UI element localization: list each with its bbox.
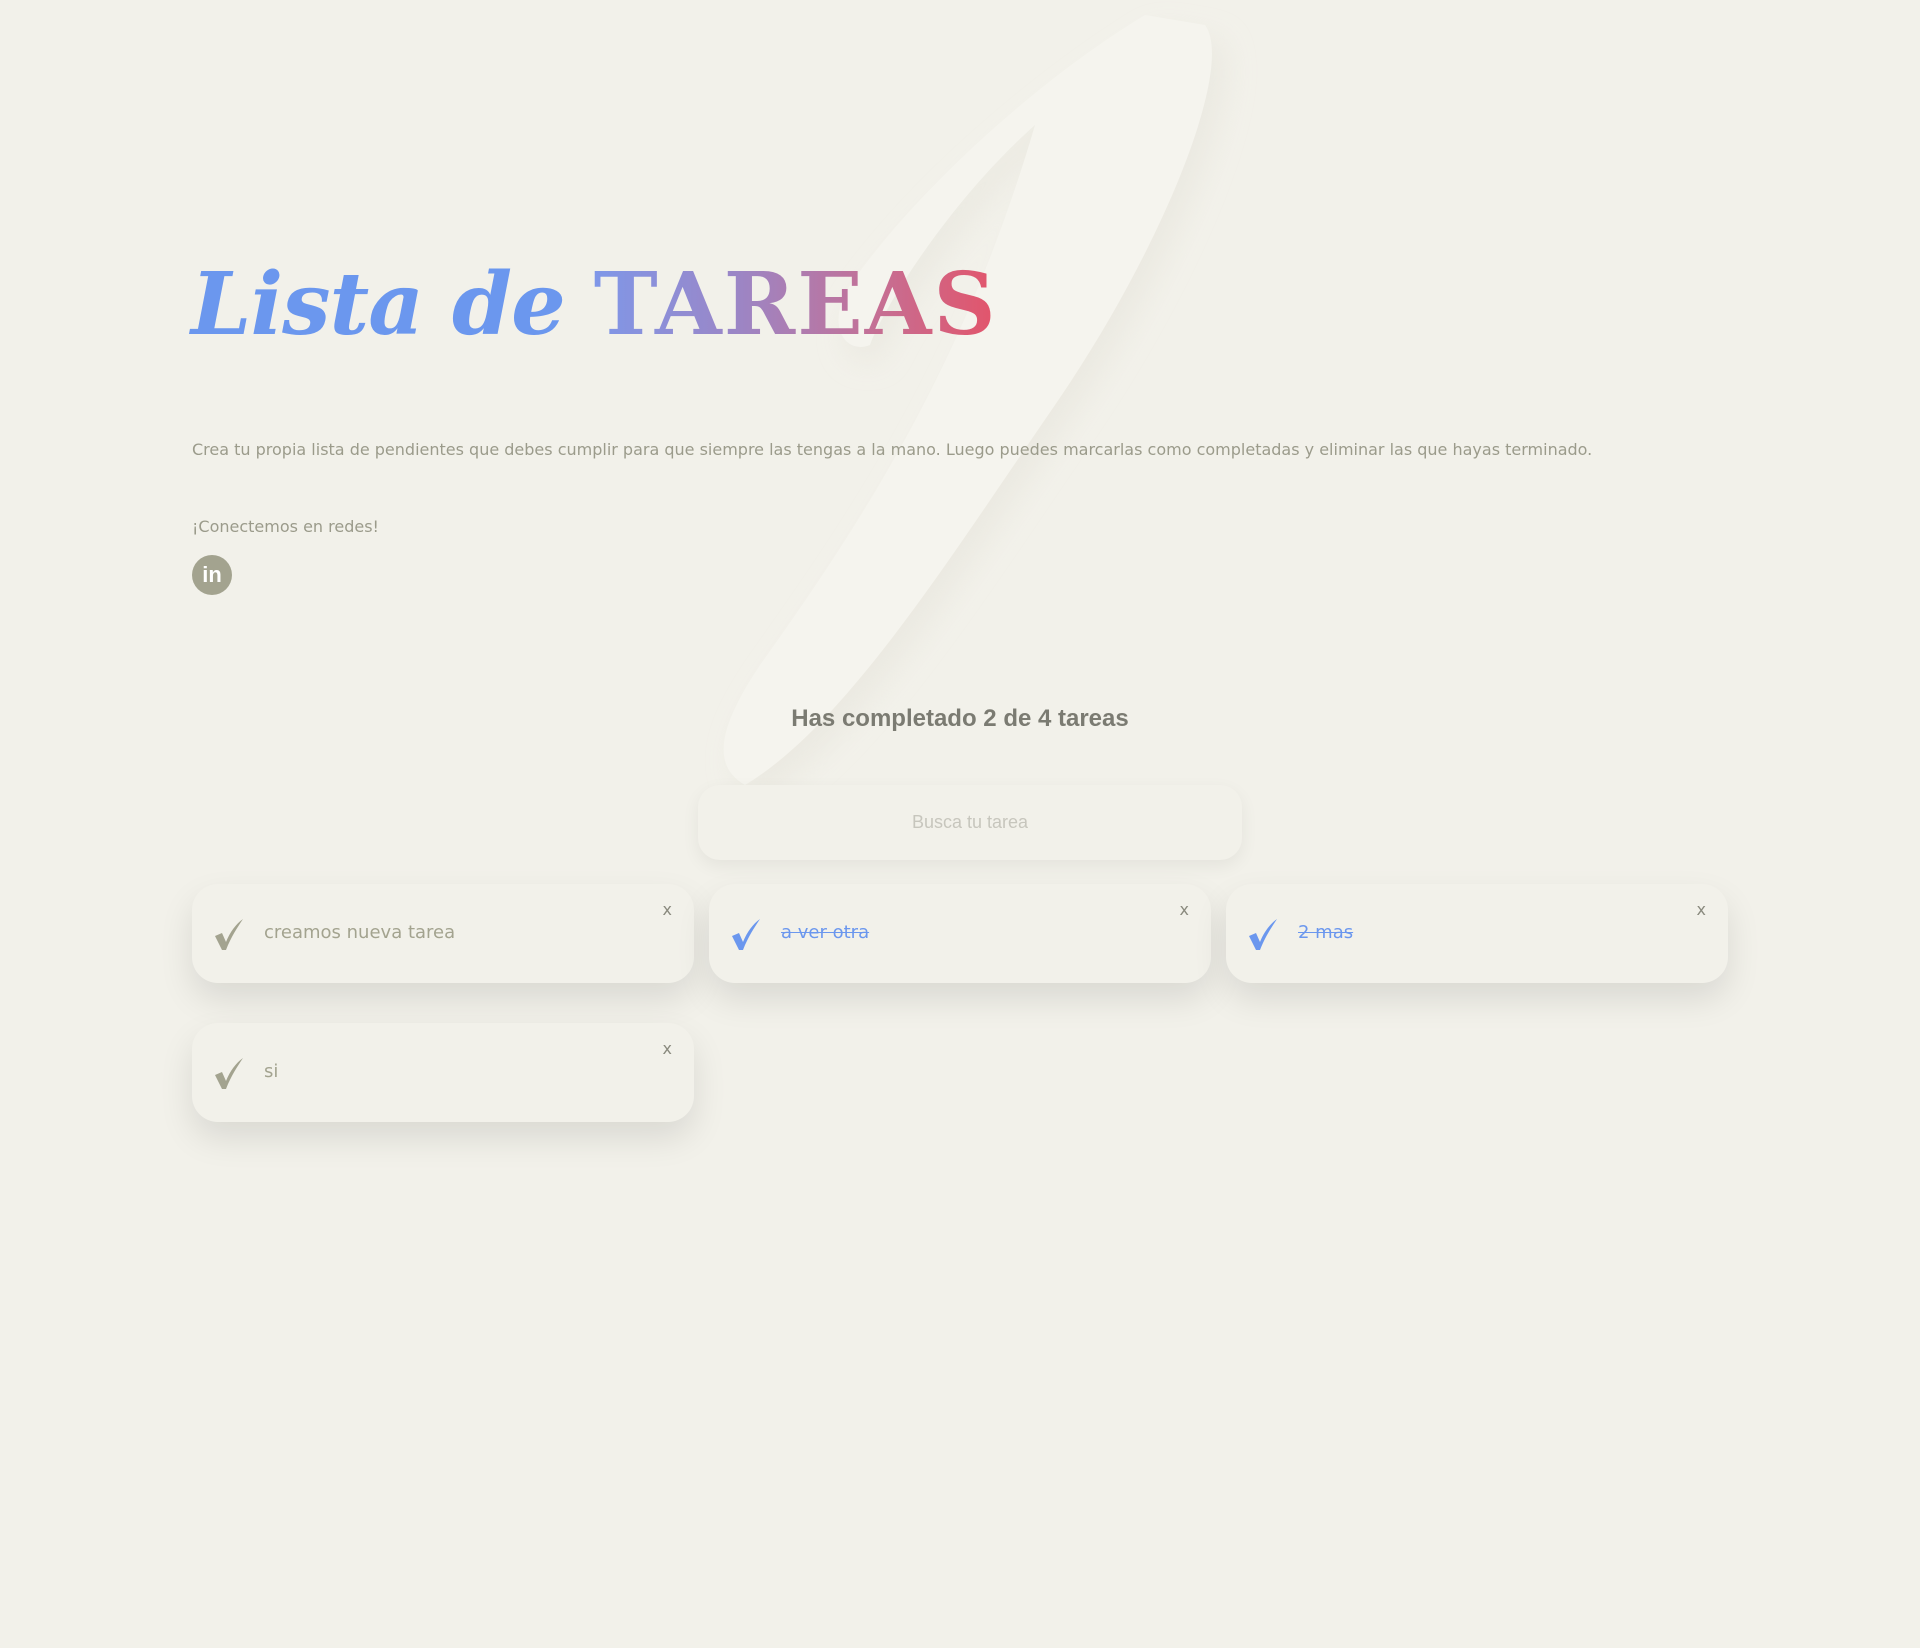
- delete-button[interactable]: x: [663, 900, 672, 919]
- page-title: Lista de TAREAS: [191, 250, 1791, 360]
- check-icon[interactable]: [212, 1057, 246, 1091]
- linkedin-glyph: in: [202, 562, 222, 587]
- check-icon[interactable]: [729, 918, 763, 952]
- task-text: creamos nueva tarea: [264, 922, 456, 943]
- task-text: a ver otra: [781, 922, 870, 943]
- check-icon[interactable]: [1246, 918, 1280, 952]
- page-header: Lista de TAREAS: [191, 250, 1791, 360]
- check-icon[interactable]: [212, 918, 246, 952]
- task-card: a ver otra x: [709, 884, 1211, 983]
- task-card: creamos nueva tarea x: [192, 884, 694, 983]
- title-part-tareas: TAREAS: [593, 254, 998, 355]
- delete-button[interactable]: x: [1697, 900, 1706, 919]
- delete-button[interactable]: x: [1180, 900, 1189, 919]
- completed-counter: Has completado 2 de 4 tareas: [791, 705, 1129, 732]
- social-label: ¡Conectemos en redes!: [192, 517, 379, 536]
- delete-button[interactable]: x: [663, 1039, 672, 1058]
- page-description: Crea tu propia lista de pendientes que d…: [192, 440, 1593, 459]
- linkedin-icon[interactable]: in: [192, 555, 232, 595]
- task-text: si: [264, 1061, 279, 1082]
- task-card: si x: [192, 1023, 694, 1122]
- task-text: 2 mas: [1298, 922, 1354, 943]
- search-input[interactable]: [698, 785, 1242, 860]
- title-part-lista: Lista de: [191, 254, 566, 355]
- task-card: 2 mas x: [1226, 884, 1728, 983]
